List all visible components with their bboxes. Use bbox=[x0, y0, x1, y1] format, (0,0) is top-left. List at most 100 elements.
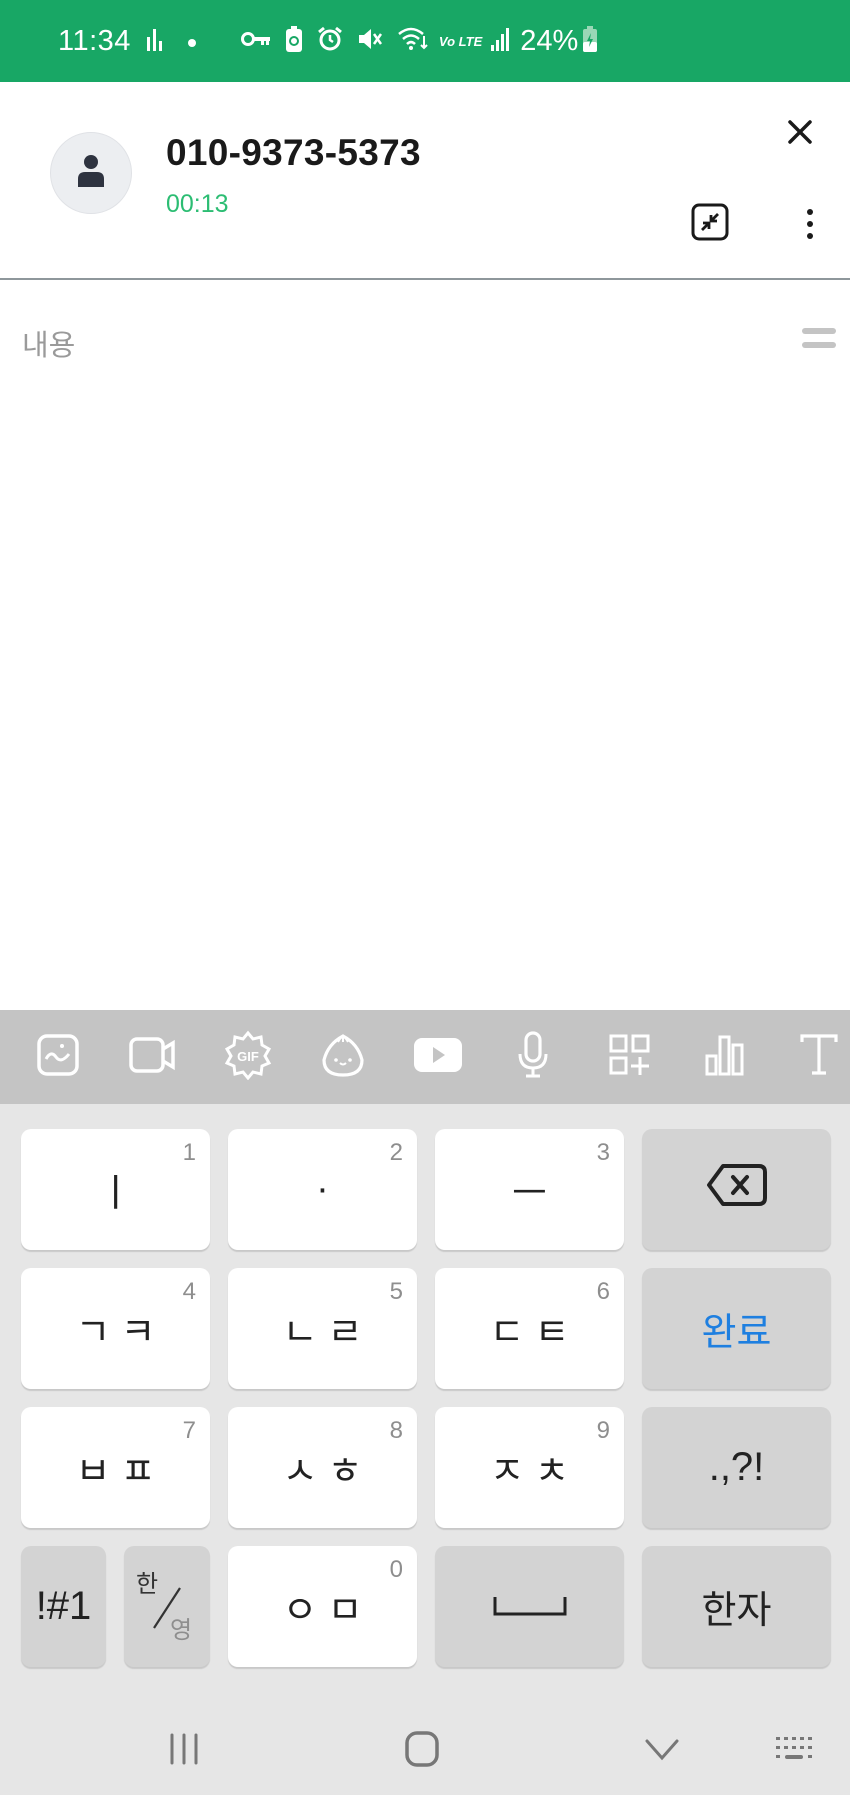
hanja-key[interactable]: 한자 bbox=[642, 1546, 831, 1667]
cell-signal-icon bbox=[490, 27, 512, 55]
memo-input[interactable]: 내용 bbox=[0, 282, 850, 1010]
toolbar-sticker-button[interactable] bbox=[318, 1032, 368, 1082]
minimize-icon bbox=[690, 203, 730, 246]
more-options-button[interactable] bbox=[795, 204, 825, 244]
key-7[interactable]: 7 ㅂㅍ bbox=[21, 1407, 210, 1528]
key-number: 1 bbox=[182, 1139, 196, 1166]
microphone-icon bbox=[515, 1030, 551, 1085]
key-6[interactable]: 6 ㄷㅌ bbox=[435, 1268, 624, 1389]
key-label: ㅅㅎ bbox=[282, 1451, 373, 1493]
youtube-icon bbox=[413, 1035, 463, 1080]
key-label: ㅣ bbox=[98, 1173, 143, 1215]
key-number: 9 bbox=[596, 1417, 610, 1444]
keyboard-toolbar: GIF bbox=[0, 1010, 850, 1104]
call-duration: 00:13 bbox=[166, 190, 229, 218]
done-key[interactable]: 완료 bbox=[642, 1268, 831, 1389]
toolbar-video-button[interactable] bbox=[128, 1032, 178, 1082]
minimize-button[interactable] bbox=[690, 202, 730, 242]
mute-icon bbox=[357, 26, 383, 56]
close-icon bbox=[780, 120, 820, 156]
key-4[interactable]: 4 ㄱㅋ bbox=[21, 1268, 210, 1389]
key-number: 6 bbox=[596, 1278, 610, 1305]
key-3[interactable]: 3 ㅡ bbox=[435, 1129, 624, 1250]
key-2[interactable]: 2 · bbox=[228, 1129, 417, 1250]
key-5[interactable]: 5 ㄴㄹ bbox=[228, 1268, 417, 1389]
sticker-icon bbox=[318, 1030, 368, 1085]
more-vertical-icon bbox=[795, 209, 825, 248]
key-label-english: 영 bbox=[170, 1617, 193, 1644]
key-8[interactable]: 8 ㅅㅎ bbox=[228, 1407, 417, 1528]
dot-icon bbox=[187, 30, 197, 52]
alarm-icon bbox=[317, 26, 343, 56]
key-label: .,?! bbox=[708, 1445, 765, 1489]
space-icon bbox=[492, 1585, 568, 1628]
key-label: !#1 bbox=[35, 1584, 92, 1628]
key-1[interactable]: 1 ㅣ bbox=[21, 1129, 210, 1250]
key-number: 4 bbox=[182, 1278, 196, 1305]
key-9[interactable]: 9 ㅈㅊ bbox=[435, 1407, 624, 1528]
caller-phone-number: 010-9373-5373 bbox=[166, 132, 421, 173]
backspace-icon bbox=[705, 1162, 769, 1218]
keyboard-switch-icon bbox=[775, 1737, 815, 1768]
drag-handle-icon[interactable] bbox=[802, 328, 836, 354]
text-icon bbox=[799, 1033, 839, 1082]
key-number: 0 bbox=[389, 1556, 403, 1583]
key-number: 3 bbox=[596, 1139, 610, 1166]
space-key[interactable] bbox=[435, 1546, 624, 1667]
punctuation-key[interactable]: .,?! bbox=[642, 1407, 831, 1528]
toolbar-gif-button[interactable]: GIF bbox=[223, 1030, 273, 1085]
toolbar-chart-button[interactable] bbox=[700, 1032, 750, 1082]
key-label: · bbox=[316, 1168, 339, 1210]
hide-keyboard-icon bbox=[644, 1739, 680, 1766]
grid-plus-icon bbox=[608, 1033, 652, 1082]
toolbar-text-button[interactable] bbox=[794, 1032, 844, 1082]
hide-keyboard-button[interactable] bbox=[644, 1738, 680, 1767]
key-number: 5 bbox=[389, 1278, 403, 1305]
gif-icon: GIF bbox=[223, 1030, 273, 1085]
battery-saver-icon bbox=[285, 26, 303, 56]
svg-text:GIF: GIF bbox=[237, 1049, 259, 1064]
video-icon bbox=[128, 1032, 178, 1083]
battery-charging-icon bbox=[582, 26, 598, 56]
key-label: ㅇㅁ bbox=[282, 1590, 373, 1632]
toolbar-extensions-button[interactable] bbox=[605, 1032, 655, 1082]
key-label: 완료 bbox=[701, 1312, 772, 1354]
toolbar-youtube-button[interactable] bbox=[413, 1032, 463, 1082]
toolbar-voice-button[interactable] bbox=[508, 1030, 558, 1085]
memo-placeholder: 내용 bbox=[22, 330, 76, 362]
backspace-key[interactable] bbox=[642, 1129, 831, 1250]
volte-icon: Vo LTE bbox=[438, 33, 483, 49]
home-button[interactable] bbox=[403, 1730, 441, 1773]
image-icon bbox=[35, 1032, 81, 1083]
key-number: 8 bbox=[389, 1417, 403, 1444]
battery-percent: 24% bbox=[520, 24, 579, 57]
signal-bars-icon bbox=[145, 27, 165, 55]
recent-apps-button[interactable] bbox=[166, 1732, 202, 1771]
home-icon bbox=[403, 1731, 441, 1772]
bar-chart-icon bbox=[704, 1034, 746, 1081]
key-label: ㅈㅊ bbox=[489, 1451, 580, 1493]
keyboard-switch-button[interactable] bbox=[775, 1736, 815, 1769]
close-button[interactable] bbox=[780, 112, 820, 152]
key-label: ㅂㅍ bbox=[75, 1451, 166, 1493]
language-switch-key[interactable]: 한 영 bbox=[124, 1546, 210, 1667]
toolbar-image-button[interactable] bbox=[33, 1032, 83, 1082]
key-label: ㄴㄹ bbox=[282, 1312, 373, 1354]
wifi-icon bbox=[397, 26, 429, 56]
key-label: 한자 bbox=[701, 1590, 772, 1632]
key-number: 2 bbox=[389, 1139, 403, 1166]
person-icon bbox=[76, 153, 106, 194]
key-label: ㄷㅌ bbox=[489, 1312, 580, 1354]
key-icon bbox=[240, 30, 271, 52]
key-label: ㄱㅋ bbox=[75, 1312, 166, 1354]
symbols-key[interactable]: !#1 bbox=[21, 1546, 106, 1667]
key-number: 7 bbox=[182, 1417, 196, 1444]
recent-apps-icon bbox=[166, 1733, 202, 1770]
key-0[interactable]: 0 ㅇㅁ bbox=[228, 1546, 417, 1667]
status-bar: 11:34 Vo LTE 24% bbox=[0, 0, 850, 82]
key-label: ㅡ bbox=[512, 1173, 557, 1215]
avatar bbox=[50, 132, 132, 214]
keyboard: 1 ㅣ 2 · 3 ㅡ 4 ㄱㅋ 5 ㄴㄹ 6 ㄷㅌ 완료 7 ㅂㅍ 8 ㅅㅎ … bbox=[0, 1104, 850, 1795]
status-time: 11:34 bbox=[58, 24, 131, 57]
call-header: 010-9373-5373 00:13 bbox=[0, 82, 850, 280]
